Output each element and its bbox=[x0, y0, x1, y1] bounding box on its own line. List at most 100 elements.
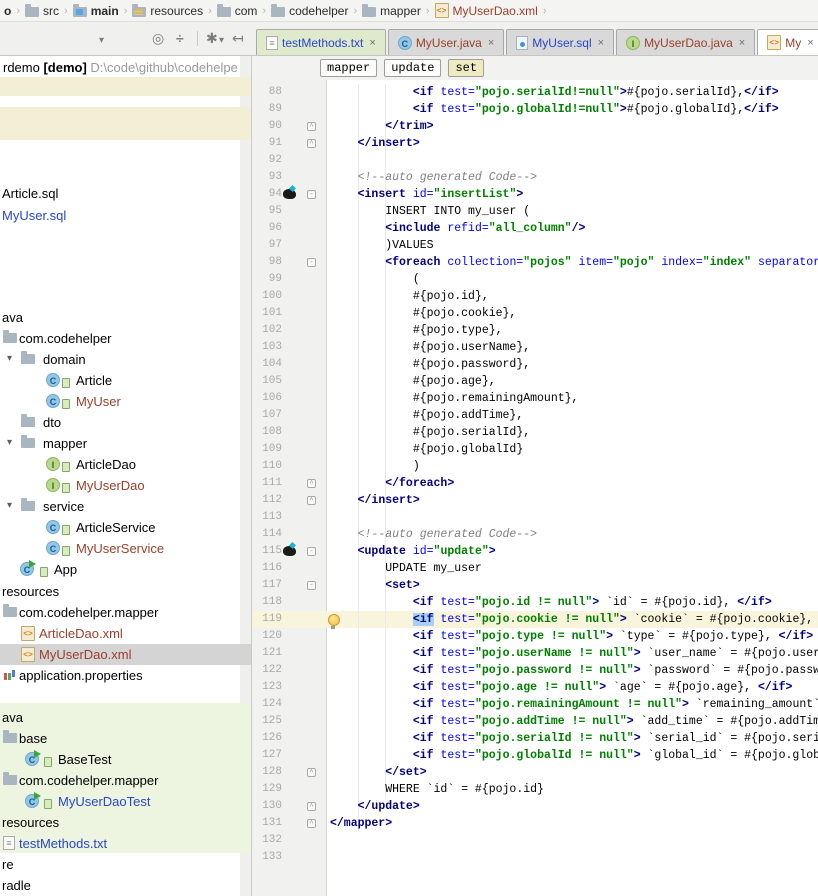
breadcrumb-item[interactable]: resources bbox=[132, 4, 203, 18]
class-icon: C bbox=[46, 541, 60, 555]
line-number: 114 bbox=[252, 526, 282, 543]
line-number: 103 bbox=[252, 339, 282, 356]
tree-item-myuserservice[interactable]: CMyUserService bbox=[0, 538, 251, 559]
tree-item-myuserdao-xml[interactable]: <>MyUserDao.xml bbox=[0, 644, 251, 665]
tree-item-com-codehelper[interactable]: com.codehelper bbox=[0, 328, 251, 349]
breadcrumb-item[interactable]: <>MyUserDao.xml bbox=[435, 3, 538, 18]
tree-item-com-codehelper-mapper[interactable]: com.codehelper.mapper bbox=[0, 770, 251, 791]
line-number: 127 bbox=[252, 747, 282, 764]
code-token: <if bbox=[413, 664, 434, 677]
code-token: `password` = #{pojo.password}, bbox=[641, 664, 818, 677]
code-token: "update" bbox=[434, 545, 489, 558]
tree-item-myuser[interactable]: CMyUser bbox=[0, 391, 251, 412]
breadcrumb-item[interactable]: codehelper bbox=[271, 4, 348, 18]
tree-item-articledao-xml[interactable]: <>ArticleDao.xml bbox=[0, 623, 251, 644]
editor-breadcrumb-mapper[interactable]: mapper bbox=[320, 59, 377, 77]
fold-marker-icon[interactable]: - bbox=[307, 547, 316, 556]
mybatis-statement-icon[interactable] bbox=[283, 546, 296, 556]
close-icon[interactable]: × bbox=[369, 37, 375, 49]
breadcrumb-item[interactable]: com bbox=[217, 4, 258, 18]
tree-item-re[interactable]: re bbox=[0, 854, 251, 875]
fold-marker-icon[interactable]: - bbox=[307, 258, 316, 267]
code-token: "pojo.cookie != null" bbox=[475, 613, 620, 626]
close-icon[interactable]: × bbox=[598, 37, 604, 49]
tree-item-article-sql[interactable]: Article.sql bbox=[0, 183, 251, 204]
tree-item-ava[interactable]: ava bbox=[0, 307, 251, 328]
fold-marker-icon[interactable]: - bbox=[307, 190, 316, 199]
tree-item-article[interactable]: CArticle bbox=[0, 370, 251, 391]
tree-item-mapper[interactable]: ▾mapper bbox=[0, 433, 251, 454]
code-area[interactable]: <if test="pojo.serialId!=null">#{pojo.se… bbox=[330, 84, 818, 896]
collapse-all-icon[interactable]: ÷ bbox=[176, 31, 184, 45]
marker-icon bbox=[62, 546, 70, 556]
tree-item-articledao[interactable]: IArticleDao bbox=[0, 454, 251, 475]
close-icon[interactable]: × bbox=[739, 37, 745, 49]
hide-panel-icon[interactable]: ↤ bbox=[232, 31, 244, 45]
editor-breadcrumb-update[interactable]: update bbox=[384, 59, 441, 77]
line-number: 121 bbox=[252, 645, 282, 662]
tree-item-service[interactable]: ▾service bbox=[0, 496, 251, 517]
breadcrumb-item[interactable]: src bbox=[25, 4, 59, 18]
project-root-row[interactable]: rdemo [demo] D:\code\github\codehelpe bbox=[3, 58, 238, 77]
code-token: <if bbox=[413, 86, 434, 99]
tree-item-myuserdao[interactable]: IMyUserDao bbox=[0, 475, 251, 496]
line-number: 111 bbox=[252, 475, 282, 492]
fold-marker-icon[interactable]: ^ bbox=[307, 122, 316, 131]
fold-marker-icon[interactable]: ^ bbox=[307, 819, 316, 828]
tree-item-resources[interactable]: resources bbox=[0, 581, 251, 602]
fold-marker-icon[interactable]: - bbox=[307, 581, 316, 590]
gear-icon[interactable]: ✱ bbox=[206, 31, 218, 45]
intention-bulb-icon[interactable] bbox=[328, 614, 340, 626]
code-line: <if test="pojo.password != null"> `passw… bbox=[330, 662, 818, 679]
class-icon: C bbox=[46, 520, 60, 534]
breadcrumb-item[interactable]: mapper bbox=[362, 4, 421, 18]
tab-myuser-sql[interactable]: MyUser.sql× bbox=[506, 29, 614, 55]
fold-marker-icon[interactable]: ^ bbox=[307, 139, 316, 148]
tree-item-articleservice[interactable]: CArticleService bbox=[0, 517, 251, 538]
code-token: > bbox=[620, 86, 627, 99]
fold-marker-icon[interactable]: ^ bbox=[307, 802, 316, 811]
code-token: <if bbox=[413, 681, 434, 694]
breadcrumb-item[interactable]: o bbox=[4, 4, 11, 18]
code-token: `id` = #{pojo.id}, bbox=[599, 596, 737, 609]
fold-marker-icon[interactable]: ^ bbox=[307, 479, 316, 488]
tab-myuser-java[interactable]: CMyUser.java× bbox=[388, 29, 504, 55]
close-icon[interactable]: × bbox=[488, 37, 494, 49]
tree-item-resources[interactable]: resources bbox=[0, 812, 251, 833]
tree-item-base[interactable]: base bbox=[0, 728, 251, 749]
code-token: <if bbox=[413, 596, 434, 609]
tab-my[interactable]: <>My× bbox=[757, 29, 818, 55]
tree-item-application-properties[interactable]: application.properties bbox=[0, 665, 251, 686]
tab-myuserdao-java[interactable]: IMyUserDao.java× bbox=[616, 29, 755, 55]
line-number: 119 bbox=[252, 611, 282, 628]
tab-testmethods-txt[interactable]: ≡testMethods.txt× bbox=[256, 29, 386, 55]
tree-item-label: ArticleDao bbox=[76, 454, 136, 475]
tree-item-basetest[interactable]: CBaseTest bbox=[0, 749, 251, 770]
locate-target-icon[interactable]: ◎ bbox=[152, 31, 164, 45]
code-token: refid= bbox=[447, 222, 488, 235]
code-token bbox=[330, 579, 385, 592]
code-token: > bbox=[606, 630, 613, 643]
breadcrumb-item[interactable]: main bbox=[73, 4, 119, 18]
tree-item-testmethods-txt[interactable]: ≡testMethods.txt bbox=[0, 833, 251, 854]
tree-item-app[interactable]: CApp bbox=[0, 559, 251, 580]
editor-breadcrumb-set[interactable]: set bbox=[448, 59, 484, 77]
mybatis-statement-icon[interactable] bbox=[283, 189, 296, 199]
editor-breadcrumbs: mapper update set bbox=[252, 56, 818, 80]
gear-caret-icon[interactable]: ▾ bbox=[219, 34, 224, 48]
classrun-icon: C bbox=[25, 752, 39, 766]
tree-item-com-codehelper-mapper[interactable]: com.codehelper.mapper bbox=[0, 602, 251, 623]
tree-item-domain[interactable]: ▾domain bbox=[0, 349, 251, 370]
sql-icon bbox=[516, 36, 528, 50]
tree-item-dto[interactable]: dto bbox=[0, 412, 251, 433]
view-dropdown-caret-icon[interactable]: ▾ bbox=[99, 34, 104, 48]
tree-item-myuserdaotest[interactable]: CMyUserDaoTest bbox=[0, 791, 251, 812]
close-icon[interactable]: × bbox=[807, 37, 813, 49]
tree-item-myuser-sql[interactable]: MyUser.sql bbox=[0, 205, 251, 226]
code-token: collection= bbox=[447, 256, 523, 269]
fold-marker-icon[interactable]: ^ bbox=[307, 768, 316, 777]
tree-item-radle[interactable]: radle bbox=[0, 875, 251, 896]
code-line: #{pojo.userName}, bbox=[330, 339, 818, 356]
fold-marker-icon[interactable]: ^ bbox=[307, 496, 316, 505]
tree-item-ava[interactable]: ava bbox=[0, 707, 251, 728]
